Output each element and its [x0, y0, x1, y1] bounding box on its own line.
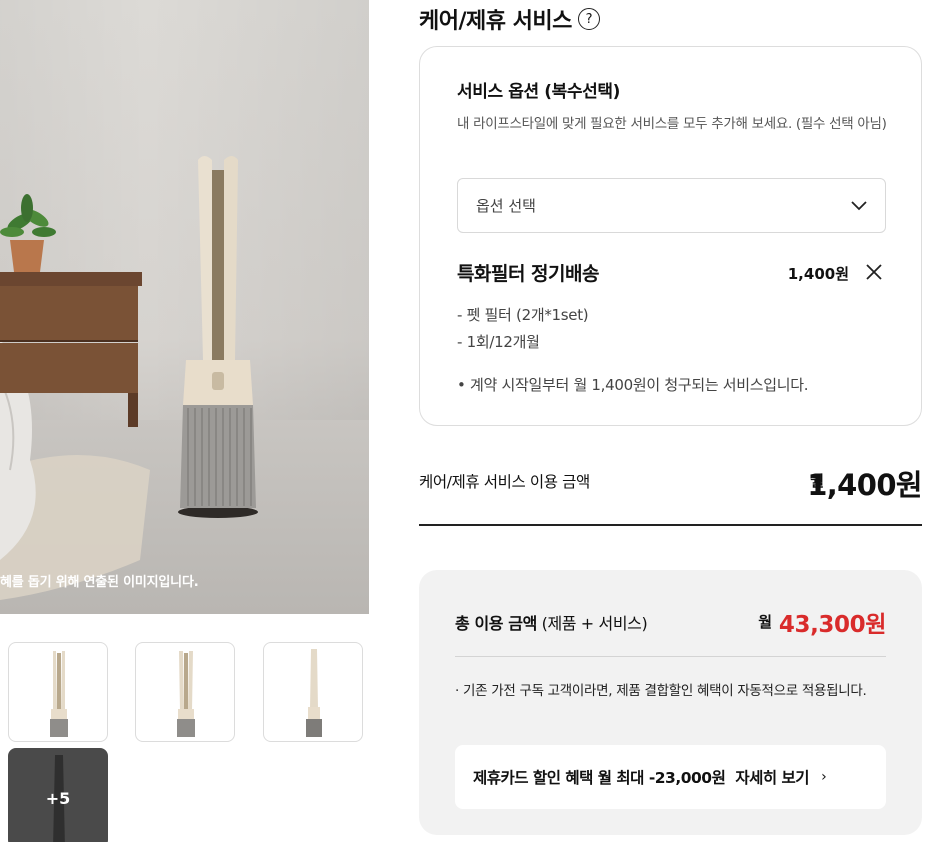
- product-side-icon: [306, 649, 322, 737]
- question-circle-icon[interactable]: ?: [577, 8, 600, 30]
- total-amount-value: 43,300원: [778, 612, 887, 638]
- thumbnail-2[interactable]: [135, 642, 235, 742]
- product-front-icon: [177, 651, 195, 737]
- product-hero-image: 혜를 돕기 위해 연출된 이미지입니다.: [0, 0, 369, 614]
- service-option-title: 서비스 옵션 (복수선택): [457, 82, 620, 102]
- selected-service-name: 특화필터 정기배송: [457, 263, 599, 285]
- hero-scene: [0, 156, 258, 600]
- service-detail-line: - 1회/12개월: [457, 333, 540, 351]
- thumbnail-more[interactable]: +5: [8, 748, 108, 842]
- image-disclaimer: 혜를 돕기 위해 연출된 이미지입니다.: [0, 575, 199, 590]
- total-amount-month: 월: [758, 613, 772, 631]
- service-option-card: 서비스 옵션 (복수선택) 내 라이프스타일에 맞게 필요한 서비스를 모두 추…: [419, 46, 922, 426]
- care-amount-value: 1,400원: [807, 468, 922, 502]
- care-title-text: 케어/제휴 서비스: [419, 9, 572, 34]
- card-discount-text: 제휴카드 할인 혜택 월 최대 -23,000원: [473, 769, 726, 787]
- care-amount-row: 케어/제휴 서비스 이용 금액 월 1,400원: [419, 456, 923, 526]
- thumbnail-1[interactable]: [8, 642, 108, 742]
- care-section-title: 케어/제휴 서비스 ?: [419, 3, 600, 35]
- option-select-placeholder: 옵션 선택: [476, 197, 536, 215]
- service-option-description: 내 라이프스타일에 맞게 필요한 서비스를 모두 추가해 보세요. (필수 선택…: [457, 116, 887, 132]
- service-billing-note: • 계약 시작일부터 월 1,400원이 청구되는 서비스입니다.: [457, 376, 809, 394]
- bundle-discount-note: · 기존 가전 구독 고객이라면, 제품 결합할인 혜택이 자동적으로 적용됩니…: [455, 683, 867, 699]
- chevron-down-icon: [851, 200, 867, 210]
- thumbnail-3[interactable]: [263, 642, 363, 742]
- selected-service-price: 1,400원: [787, 265, 849, 283]
- more-images-count: +5: [45, 789, 71, 808]
- total-amount-label: 총 이용 금액 (제품 + 서비스): [455, 614, 648, 633]
- close-icon[interactable]: [863, 261, 885, 283]
- total-amount-panel: 총 이용 금액 (제품 + 서비스) 월 43,300원 · 기존 가전 구독 …: [419, 570, 922, 835]
- product-front-icon: [50, 651, 68, 737]
- chevron-right-icon: ›: [821, 769, 827, 785]
- care-amount-label: 케어/제휴 서비스 이용 금액: [419, 473, 590, 491]
- card-discount-banner[interactable]: 제휴카드 할인 혜택 월 최대 -23,000원 자세히 보기 ›: [455, 745, 886, 809]
- divider: [455, 656, 886, 657]
- option-select[interactable]: 옵션 선택: [457, 178, 886, 233]
- service-detail-line: - 펫 필터 (2개*1set): [457, 306, 589, 324]
- view-details-link[interactable]: 자세히 보기: [735, 766, 809, 788]
